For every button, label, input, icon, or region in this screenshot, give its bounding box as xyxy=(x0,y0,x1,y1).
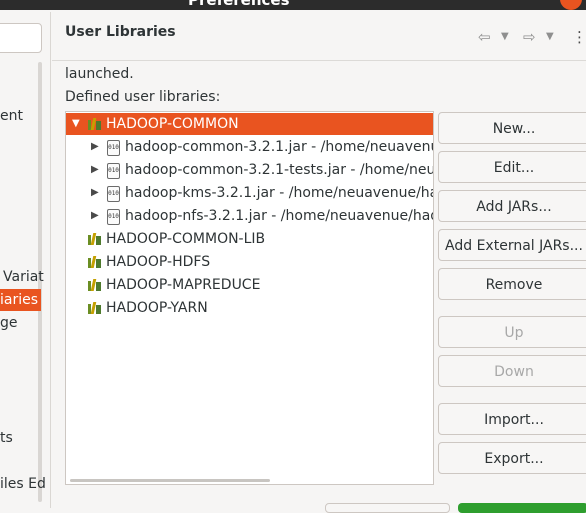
nav-item-files-editor[interactable]: iles Ed xyxy=(0,473,46,495)
nav-item-user-libraries[interactable]: iaries xyxy=(0,289,41,311)
library-icon xyxy=(88,118,102,130)
back-arrow-icon[interactable]: ⇦ xyxy=(478,28,491,46)
library-name: HADOOP-COMMON-LIB xyxy=(106,231,266,247)
export-button[interactable]: Export... xyxy=(438,442,586,474)
new-button[interactable]: New... xyxy=(438,112,586,144)
cancel-button[interactable] xyxy=(325,503,450,513)
library-name: HADOOP-COMMON xyxy=(106,116,239,132)
nav-item-usage[interactable]: ge xyxy=(0,312,18,334)
library-icon xyxy=(88,256,102,268)
forward-menu-chevron-down-icon[interactable]: ▼ xyxy=(546,31,554,42)
import-button[interactable]: Import... xyxy=(438,403,586,435)
tree-row-library[interactable]: HADOOP-HDFS xyxy=(66,251,433,273)
library-name: HADOOP-HDFS xyxy=(106,254,211,270)
up-button[interactable]: Up xyxy=(438,316,586,348)
tree-row-library[interactable]: HADOOP-YARN xyxy=(66,297,433,319)
library-name: HADOOP-MAPREDUCE xyxy=(106,277,261,293)
jar-file-icon: 010 xyxy=(107,140,120,156)
tree-row-library[interactable]: ▼ HADOOP-COMMON xyxy=(66,113,433,135)
apply-and-close-button[interactable] xyxy=(458,503,586,513)
tree-row-jar[interactable]: ▶ 010 hadoop-common-3.2.1.jar - /home/ne… xyxy=(66,136,433,158)
edit-button[interactable]: Edit... xyxy=(438,151,586,183)
nav-item-results[interactable]: ts xyxy=(0,427,13,449)
collapse-toggle-icon[interactable]: ▶ xyxy=(91,136,99,158)
nav-item-environment[interactable]: ent xyxy=(0,105,23,127)
collapse-toggle-icon[interactable]: ▶ xyxy=(91,205,99,227)
tree-row-jar[interactable]: ▶ 010 hadoop-common-3.2.1-tests.jar - /h… xyxy=(66,159,433,181)
tree-row-jar[interactable]: ▶ 010 hadoop-kms-3.2.1.jar - /home/neuav… xyxy=(66,182,433,204)
filter-input[interactable] xyxy=(0,23,42,53)
close-icon[interactable] xyxy=(560,0,582,10)
header-separator xyxy=(52,60,586,61)
collapse-toggle-icon[interactable]: ▶ xyxy=(91,182,99,204)
tree-row-library[interactable]: HADOOP-MAPREDUCE xyxy=(66,274,433,296)
more-vertical-icon[interactable]: ⋮ xyxy=(572,28,586,46)
tree-row-jar[interactable]: ▶ 010 hadoop-nfs-3.2.1.jar - /home/neuav… xyxy=(66,205,433,227)
expand-toggle-icon[interactable]: ▼ xyxy=(72,113,80,135)
library-icon xyxy=(88,233,102,245)
jar-file-icon: 010 xyxy=(107,209,120,225)
window-title: Preferences xyxy=(188,0,290,9)
nav-divider xyxy=(50,12,51,508)
jar-file-icon: 010 xyxy=(107,163,120,179)
remove-button[interactable]: Remove xyxy=(438,268,586,300)
jar-file-icon: 010 xyxy=(107,186,120,202)
user-libraries-tree[interactable]: ▼ HADOOP-COMMON ▶ 010 hadoop-common-3.2.… xyxy=(65,111,434,485)
library-name: HADOOP-YARN xyxy=(106,300,208,316)
defined-libraries-label: Defined user libraries: xyxy=(65,89,221,105)
add-external-jars-button[interactable]: Add External JARs... xyxy=(438,229,586,261)
library-icon xyxy=(88,279,102,291)
library-icon xyxy=(88,302,102,314)
page-title: User Libraries xyxy=(65,24,176,40)
window-titlebar: Preferences xyxy=(0,0,586,10)
add-jars-button[interactable]: Add JARs... xyxy=(438,190,586,222)
forward-arrow-icon[interactable]: ⇨ xyxy=(523,28,536,46)
tree-row-library[interactable]: HADOOP-COMMON-LIB xyxy=(66,228,433,250)
collapse-toggle-icon[interactable]: ▶ xyxy=(91,159,99,181)
jar-label: hadoop-nfs-3.2.1.jar - /home/neuavenue/h… xyxy=(125,208,434,224)
down-button[interactable]: Down xyxy=(438,355,586,387)
intro-text: launched. xyxy=(65,66,134,82)
nav-item-classpath-variables[interactable]: Variat xyxy=(3,266,44,288)
tree-horizontal-scrollbar[interactable] xyxy=(70,479,270,482)
back-menu-chevron-down-icon[interactable]: ▼ xyxy=(501,31,509,42)
jar-label: hadoop-common-3.2.1.jar - /home/neuavenu… xyxy=(125,139,434,155)
jar-label: hadoop-kms-3.2.1.jar - /home/neuavenue/h… xyxy=(125,185,434,201)
jar-label: hadoop-common-3.2.1-tests.jar - /home/ne… xyxy=(125,162,434,178)
